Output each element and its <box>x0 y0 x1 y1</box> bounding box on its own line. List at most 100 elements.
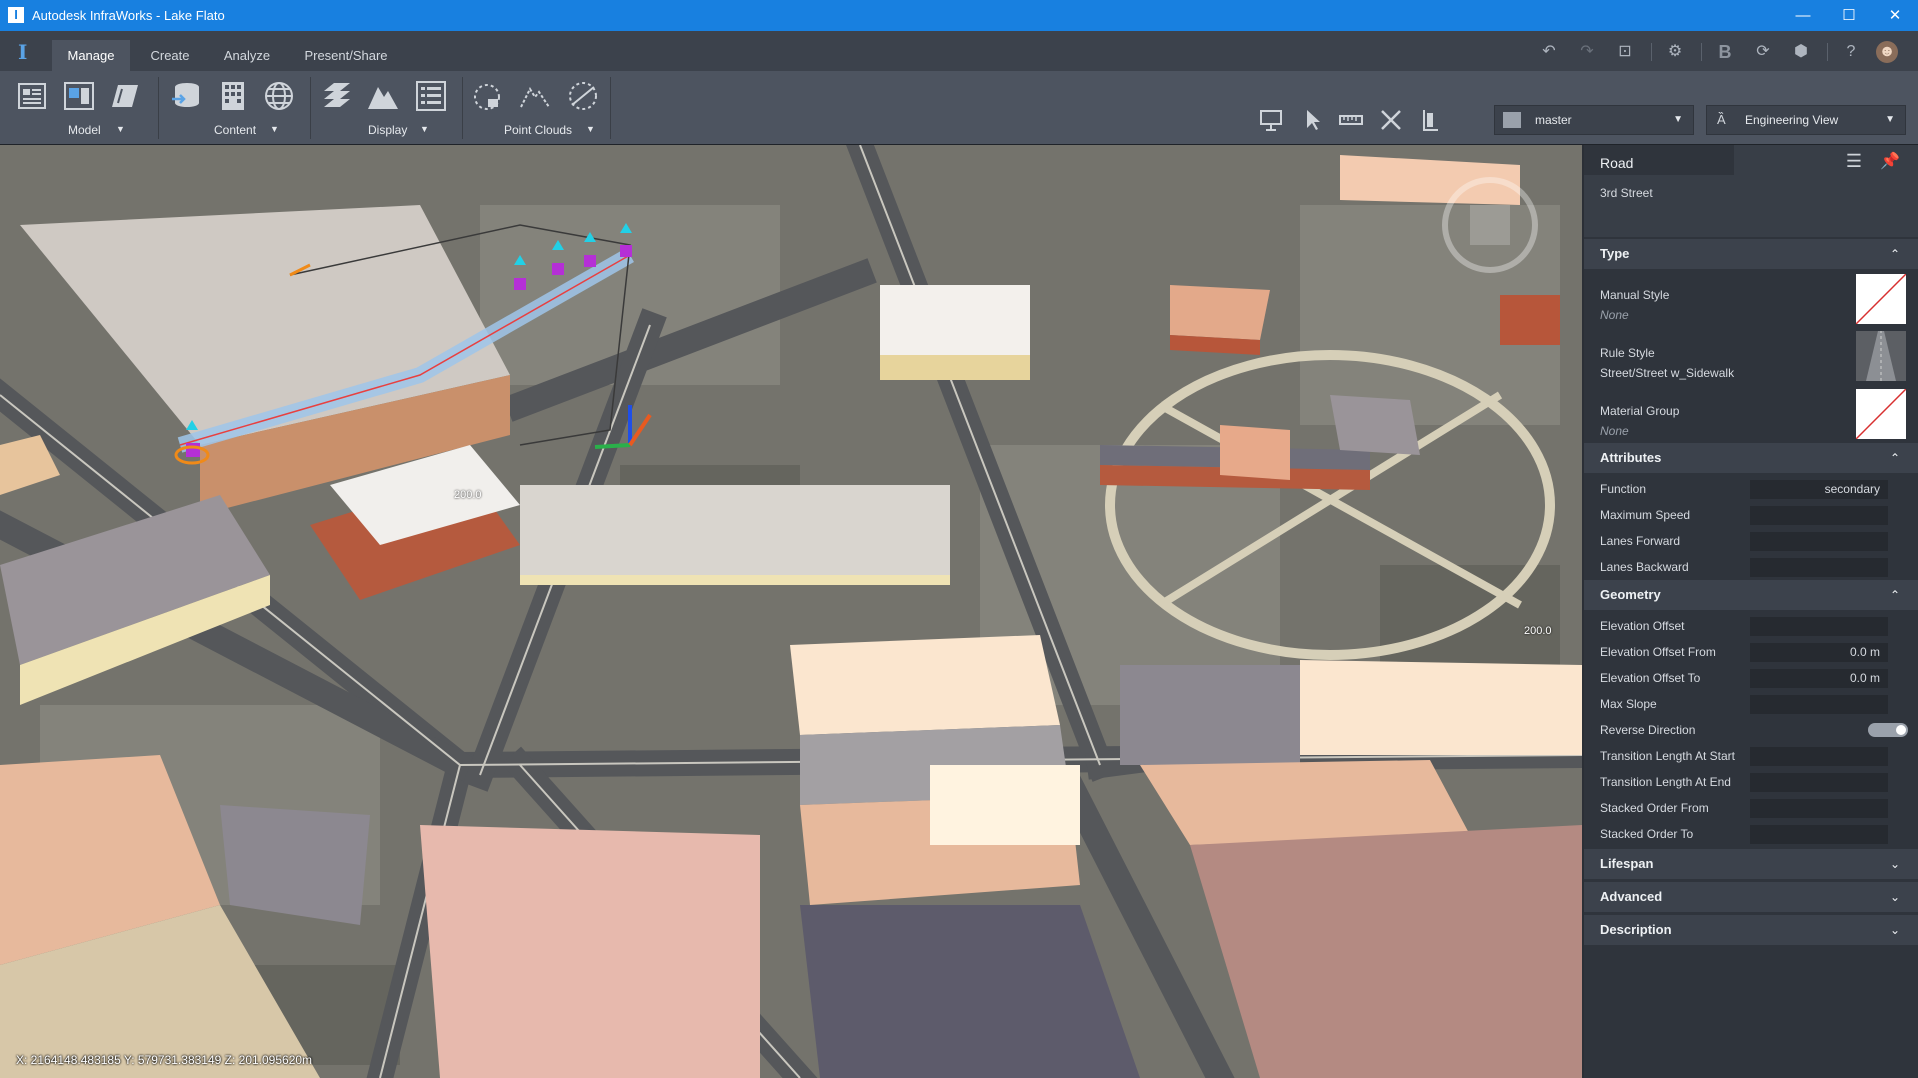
view-value: Engineering View <box>1745 113 1839 127</box>
section-advanced-header[interactable]: Advanced ⌄ <box>1584 882 1918 912</box>
user-avatar[interactable]: ☻ <box>1876 41 1898 63</box>
pin-icon[interactable]: 📌 <box>1880 151 1900 171</box>
infraworks-logo-icon[interactable]: I <box>18 40 27 64</box>
manual-style-swatch[interactable] <box>1856 274 1906 324</box>
model-explorer-icon[interactable] <box>16 79 50 113</box>
chevron-down-icon: ⌄ <box>1889 923 1900 937</box>
maximize-button[interactable]: ☐ <box>1826 0 1872 31</box>
toggle-knob <box>1896 725 1906 735</box>
undo-icon[interactable]: ↶ <box>1538 41 1560 63</box>
material-group-label: Material Group <box>1600 404 1680 418</box>
city-model-scene <box>0 145 1582 1078</box>
tab-manage[interactable]: Manage <box>52 40 130 71</box>
display-group-label[interactable]: Display <box>368 123 407 137</box>
view-dropdown[interactable]: Ȁ Engineering View ▼ <box>1706 105 1906 135</box>
bookmark-panel-icon[interactable] <box>1418 107 1444 133</box>
chevron-down-icon: ▼ <box>1885 114 1895 125</box>
lanes-forward-field[interactable] <box>1750 532 1888 551</box>
proposal-value: master <box>1535 113 1572 127</box>
sync-icon[interactable]: ⟳ <box>1752 41 1774 63</box>
point-clouds-group-label[interactable]: Point Clouds <box>504 123 572 137</box>
presentation-screen-icon[interactable] <box>1258 107 1284 133</box>
surface-layers-icon[interactable] <box>108 79 142 113</box>
content-group-caret-icon[interactable]: ▼ <box>270 124 279 134</box>
proposal-dropdown[interactable]: master ▼ <box>1494 105 1694 135</box>
tab-present-share[interactable]: Present/Share <box>296 40 396 71</box>
stacked-order-to-label: Stacked Order To <box>1600 827 1694 841</box>
feature-name: 3rd Street <box>1600 186 1653 200</box>
max-slope-label: Max Slope <box>1600 697 1657 711</box>
chevron-up-icon: ⌃ <box>1889 247 1900 261</box>
redo-icon[interactable]: ↷ <box>1576 41 1598 63</box>
model-properties-icon[interactable] <box>62 79 96 113</box>
model-group-caret-icon[interactable]: ▼ <box>116 124 125 134</box>
coordinate-readout: X: 2164148.483185 Y: 579731.383149 Z: 20… <box>16 1053 313 1067</box>
section-lifespan-header[interactable]: Lifespan ⌄ <box>1584 849 1918 879</box>
point-clouds-caret-icon[interactable]: ▼ <box>586 124 595 134</box>
minimize-button[interactable]: — <box>1780 0 1826 31</box>
cloud-model-icon[interactable]: ⬢ <box>1790 41 1812 63</box>
content-group-label[interactable]: Content <box>214 123 256 137</box>
material-group-swatch[interactable] <box>1856 389 1906 439</box>
building-content-icon[interactable] <box>216 79 250 113</box>
view-cube-compass-icon[interactable] <box>1430 165 1550 285</box>
reverse-direction-toggle[interactable] <box>1868 723 1908 737</box>
elevation-offset-from-field[interactable]: 0.0 m <box>1750 643 1888 662</box>
elevation-offset-to-label: Elevation Offset To <box>1600 671 1701 685</box>
transition-length-start-field[interactable] <box>1750 747 1888 766</box>
lanes-backward-field[interactable] <box>1750 558 1888 577</box>
measure-ruler-icon[interactable] <box>1338 107 1364 133</box>
title-bar: I Autodesk InfraWorks - Lake Flato — ☐ ✕ <box>0 0 1918 31</box>
elevation-offset-label: Elevation Offset <box>1600 619 1685 633</box>
style-palette-icon[interactable] <box>414 79 448 113</box>
panel-menu-icon[interactable]: ☰ <box>1846 151 1862 172</box>
material-group-value: None <box>1600 424 1629 438</box>
stacked-order-to-field[interactable] <box>1750 825 1888 844</box>
view-frame-icon[interactable]: ⊡ <box>1614 41 1636 63</box>
stacked-order-from-label: Stacked Order From <box>1600 801 1709 815</box>
model-builder-globe-icon[interactable] <box>262 79 296 113</box>
section-type-header[interactable]: Type ⌃ <box>1584 239 1918 269</box>
infraworks-app-icon: I <box>8 7 24 23</box>
model-group-label[interactable]: Model <box>68 123 101 137</box>
point-cloud-modeling-icon[interactable] <box>566 79 600 113</box>
chevron-down-icon: ⌄ <box>1889 857 1900 871</box>
function-value[interactable]: secondary <box>1750 480 1888 499</box>
max-slope-field[interactable] <box>1750 695 1888 714</box>
section-title: Description <box>1600 922 1672 937</box>
tab-analyze[interactable]: Analyze <box>212 40 282 71</box>
dimension-label: 200.0 <box>454 489 482 501</box>
rule-style-swatch[interactable] <box>1856 331 1906 381</box>
tools-wrench-icon[interactable] <box>1378 107 1404 133</box>
3d-viewport[interactable]: 200.0 200.0 <box>0 145 1582 1078</box>
close-button[interactable]: ✕ <box>1872 0 1918 31</box>
reverse-direction-label: Reverse Direction <box>1600 723 1696 737</box>
separator <box>610 77 611 139</box>
section-description-header[interactable]: Description ⌄ <box>1584 915 1918 945</box>
elevation-offset-to-field[interactable]: 0.0 m <box>1750 669 1888 688</box>
section-attributes-header[interactable]: Attributes ⌃ <box>1584 443 1918 473</box>
account-b-icon[interactable]: B <box>1714 41 1736 63</box>
chevron-up-icon: ⌃ <box>1889 451 1900 465</box>
section-geometry-header[interactable]: Geometry ⌃ <box>1584 580 1918 610</box>
separator <box>1701 43 1702 61</box>
help-icon[interactable]: ? <box>1840 41 1862 63</box>
display-group-caret-icon[interactable]: ▼ <box>420 124 429 134</box>
section-title: Geometry <box>1600 587 1661 602</box>
stacked-order-from-field[interactable] <box>1750 799 1888 818</box>
maximum-speed-field[interactable] <box>1750 506 1888 525</box>
data-sources-icon[interactable] <box>170 79 204 113</box>
elevation-offset-field[interactable] <box>1750 617 1888 636</box>
tab-create[interactable]: Create <box>140 40 200 71</box>
select-cursor-icon[interactable] <box>1300 107 1326 133</box>
settings-gear-icon[interactable]: ⚙ <box>1664 41 1686 63</box>
chevron-down-icon: ▼ <box>1673 114 1683 125</box>
transition-length-end-label: Transition Length At End <box>1600 775 1731 789</box>
point-cloud-terrain-icon[interactable] <box>518 79 552 113</box>
rule-style-label: Rule Style <box>1600 346 1655 360</box>
layers-icon[interactable] <box>320 79 354 113</box>
terrain-icon[interactable] <box>366 79 400 113</box>
transition-length-end-field[interactable] <box>1750 773 1888 792</box>
elevation-offset-from-label: Elevation Offset From <box>1600 645 1716 659</box>
point-cloud-icon[interactable] <box>470 79 504 113</box>
